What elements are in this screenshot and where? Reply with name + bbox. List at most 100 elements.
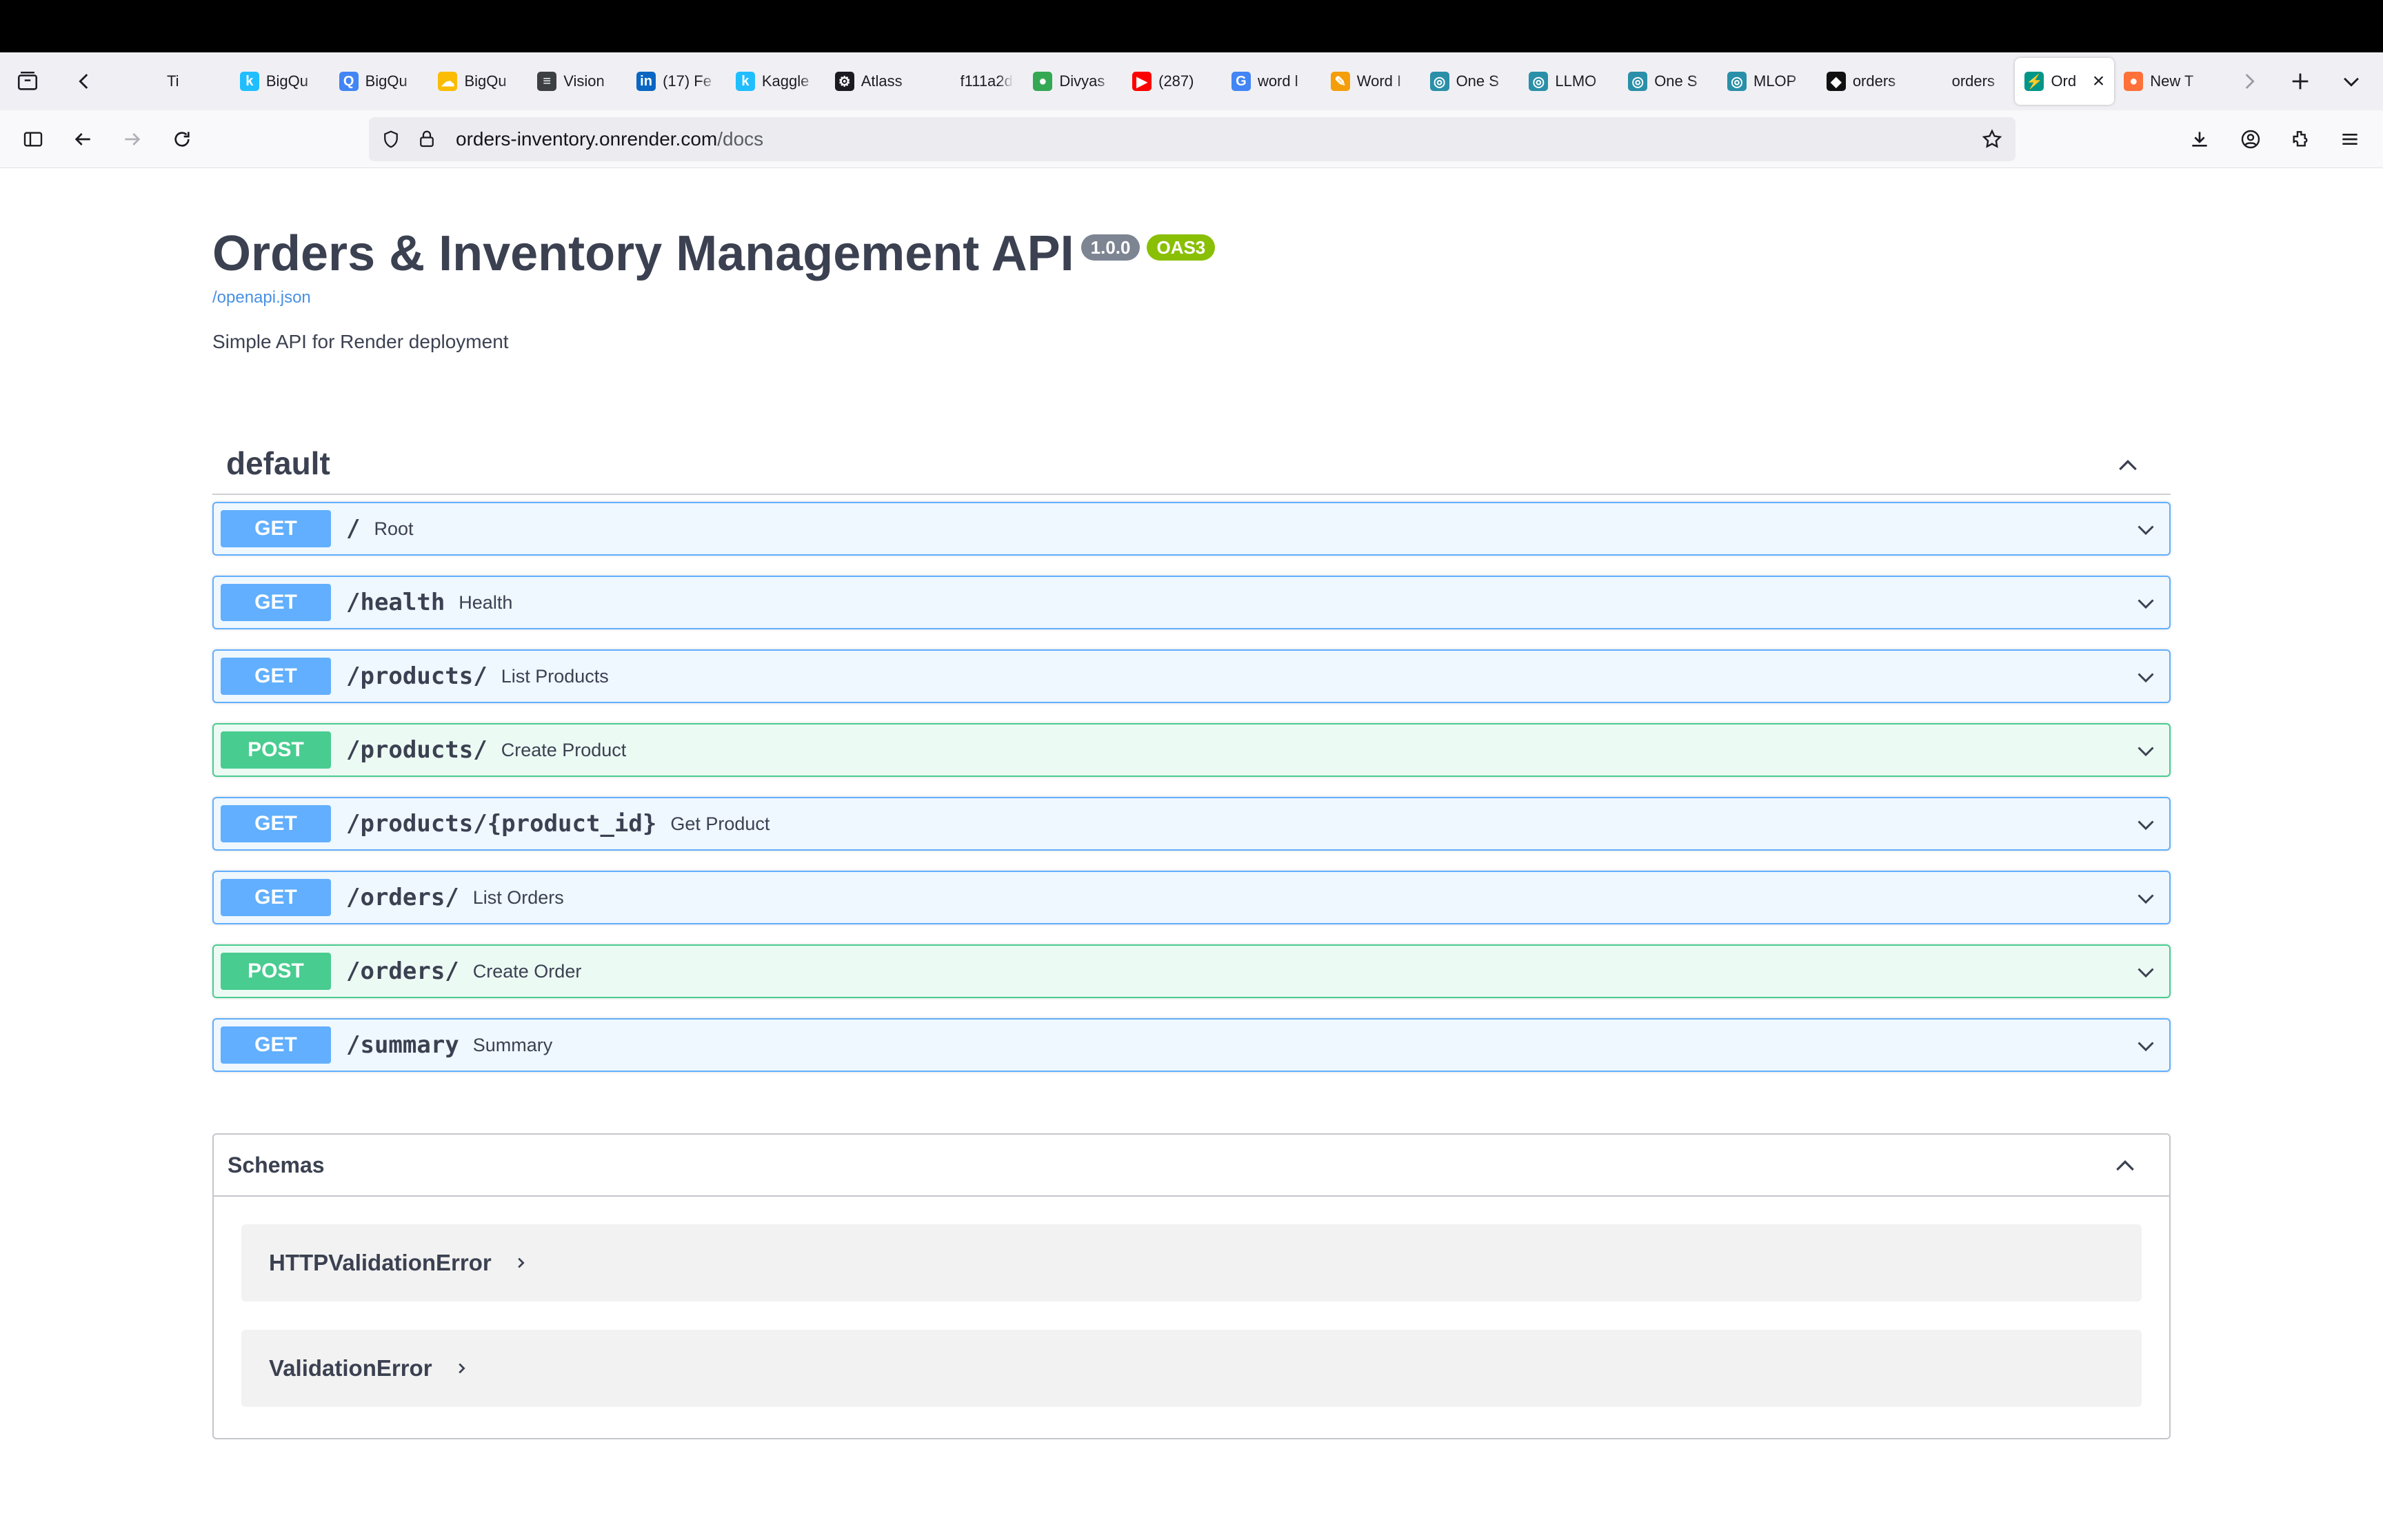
browser-tab[interactable]: orders — [1916, 58, 2015, 105]
browser-tab[interactable]: ≡ Vision — [527, 58, 627, 105]
browser-tab[interactable]: ◎ One S — [1420, 58, 1520, 105]
tab-title: Word I — [1356, 72, 1402, 90]
chevron-down-icon[interactable] — [2132, 1032, 2160, 1060]
expand-model-icon[interactable] — [512, 1255, 529, 1271]
tab-favicon-icon: ● — [1033, 72, 1053, 91]
sidebar-toggle-icon[interactable] — [12, 119, 54, 160]
browser-tab[interactable]: Ti — [131, 58, 230, 105]
chevron-down-icon[interactable] — [2132, 737, 2160, 764]
list-all-tabs-icon[interactable] — [2331, 61, 2372, 102]
tab-favicon-icon: in — [636, 72, 656, 91]
operation-row[interactable]: GET/products/{product_id} Get Product — [212, 797, 2171, 851]
tab-favicon-icon — [934, 72, 954, 91]
openapi-json-link[interactable]: /openapi.json — [212, 288, 1215, 307]
schema-model-name: HTTPValidationError — [269, 1250, 492, 1275]
operation-row[interactable]: GET/health Health — [212, 576, 2171, 629]
tab-favicon-icon: ⚡ — [2024, 72, 2044, 91]
operation-summary: Health — [459, 591, 513, 613]
tab-favicon-icon: k — [239, 72, 259, 91]
extensions-icon[interactable] — [2280, 119, 2321, 160]
tab-title: Vision — [563, 72, 605, 90]
browser-tab[interactable]: ◆ orders — [1817, 58, 1916, 105]
schema-model-validation-error[interactable]: ValidationError — [241, 1330, 2142, 1407]
tab-favicon-icon: ✎ — [1330, 72, 1350, 91]
tab-list: Ti k BigQu Q BigQu ☁ BigQu ≡ Vision in (17) Fe k Kag… — [131, 58, 2213, 105]
browser-tab[interactable]: ▶ (287) — [1123, 58, 1222, 105]
chevron-down-icon[interactable] — [2132, 589, 2160, 617]
account-icon[interactable] — [2230, 119, 2271, 160]
api-description: Simple API for Render deployment — [212, 331, 509, 352]
browser-tab[interactable]: k Kaggle — [726, 58, 825, 105]
browser-tab[interactable]: Gword l — [1222, 58, 1321, 105]
operation-row[interactable]: GET/products/List Products — [212, 649, 2171, 703]
browser-tab[interactable]: ◎ One S — [1618, 58, 1718, 105]
expand-model-icon[interactable] — [453, 1360, 470, 1377]
back-icon[interactable] — [62, 119, 103, 160]
tab-favicon-icon — [1926, 72, 1945, 91]
operation-row[interactable]: POST/products/Create Product — [212, 723, 2171, 777]
default-section-header[interactable]: default — [212, 433, 2171, 495]
operation-path: /health — [346, 589, 445, 616]
chevron-down-icon[interactable] — [2132, 958, 2160, 986]
scroll-tabs-left-icon[interactable] — [63, 61, 105, 102]
browser-tab[interactable]: ◎ MLOP — [1718, 58, 1817, 105]
oas-badge: OAS3 — [1147, 234, 1216, 261]
operation-row[interactable]: POST/orders/Create Order — [212, 944, 2171, 998]
collapse-section-icon[interactable] — [2113, 451, 2143, 481]
forward-icon[interactable] — [112, 119, 153, 160]
new-tab-icon[interactable] — [2280, 61, 2321, 102]
url-path: /docs — [717, 128, 764, 150]
chevron-down-icon[interactable] — [2132, 516, 2160, 543]
tab-active[interactable]: ⚡ Ord × — [2015, 58, 2115, 105]
browser-tab[interactable]: Q BigQu — [330, 58, 429, 105]
operation-path: /orders/ — [346, 884, 459, 911]
downloads-icon[interactable] — [2179, 119, 2220, 160]
schema-model-http-validation-error[interactable]: HTTPValidationError — [241, 1224, 2142, 1301]
tab-title: Ti — [167, 72, 179, 90]
scroll-tabs-right-icon[interactable] — [2229, 61, 2270, 102]
schemas-header[interactable]: Schemas — [214, 1135, 2169, 1197]
version-badge: 1.0.0 — [1080, 234, 1140, 261]
reload-icon[interactable] — [161, 119, 203, 160]
bookmark-star-icon[interactable] — [1978, 125, 2006, 153]
lock-icon[interactable] — [413, 125, 441, 153]
window-top-bar — [0, 0, 2383, 52]
chevron-down-icon[interactable] — [2132, 884, 2160, 912]
browser-tab[interactable]: ☁ BigQu — [428, 58, 527, 105]
collapse-schemas-icon[interactable] — [2110, 1151, 2140, 1182]
tab-favicon-icon: ⚙ — [834, 72, 854, 91]
tab-manager-icon[interactable] — [7, 61, 48, 102]
operation-row[interactable]: GET / Root — [212, 502, 2171, 556]
operation-row[interactable]: GET/orders/List Orders — [212, 871, 2171, 924]
api-info: Orders & Inventory Management API 1.0.0 … — [212, 226, 1216, 353]
tab-favicon-icon: ◎ — [1628, 72, 1648, 91]
method-badge: GET — [221, 879, 331, 916]
browser-tab[interactable]: in (17) Fe — [627, 58, 726, 105]
browser-tab[interactable]: ◎ LLMO — [1519, 58, 1618, 105]
operation-path: /products/ — [346, 662, 487, 690]
tab-favicon-icon: k — [735, 72, 755, 91]
operation-summary: Summary — [472, 1034, 553, 1055]
address-bar[interactable]: orders-inventory.onrender.com/docs — [369, 117, 2015, 161]
browser-tab[interactable]: f111a2df-4 — [925, 58, 1024, 105]
chevron-down-icon[interactable] — [2132, 811, 2160, 838]
tab-title: MLOP — [1753, 72, 1797, 90]
method-badge: GET — [221, 510, 331, 547]
url-host: orders-inventory.onrender.com — [456, 128, 718, 150]
browser-tab[interactable]: ● Divyas — [1023, 58, 1123, 105]
tab-title: BigQu — [365, 72, 408, 90]
browser-tab[interactable]: ⚙ Atlass — [825, 58, 925, 105]
browser-tab[interactable]: k BigQu — [230, 58, 330, 105]
tracking-protection-icon[interactable] — [377, 125, 405, 153]
app-menu-icon[interactable] — [2329, 119, 2371, 160]
browser-tab[interactable]: ✎ Word I — [1321, 58, 1420, 105]
operation-summary: Create Product — [501, 739, 627, 760]
close-tab-icon[interactable]: × — [2093, 70, 2105, 93]
tab-title: (287) — [1158, 72, 1194, 90]
chevron-down-icon[interactable] — [2132, 663, 2160, 691]
tab-favicon-icon: ▶ — [1132, 72, 1152, 91]
operation-path: /summary — [346, 1031, 459, 1059]
browser-tab[interactable]: ● New T — [2114, 58, 2213, 105]
schema-model-name: ValidationError — [269, 1355, 432, 1381]
operation-row[interactable]: GET/summary Summary — [212, 1018, 2171, 1072]
